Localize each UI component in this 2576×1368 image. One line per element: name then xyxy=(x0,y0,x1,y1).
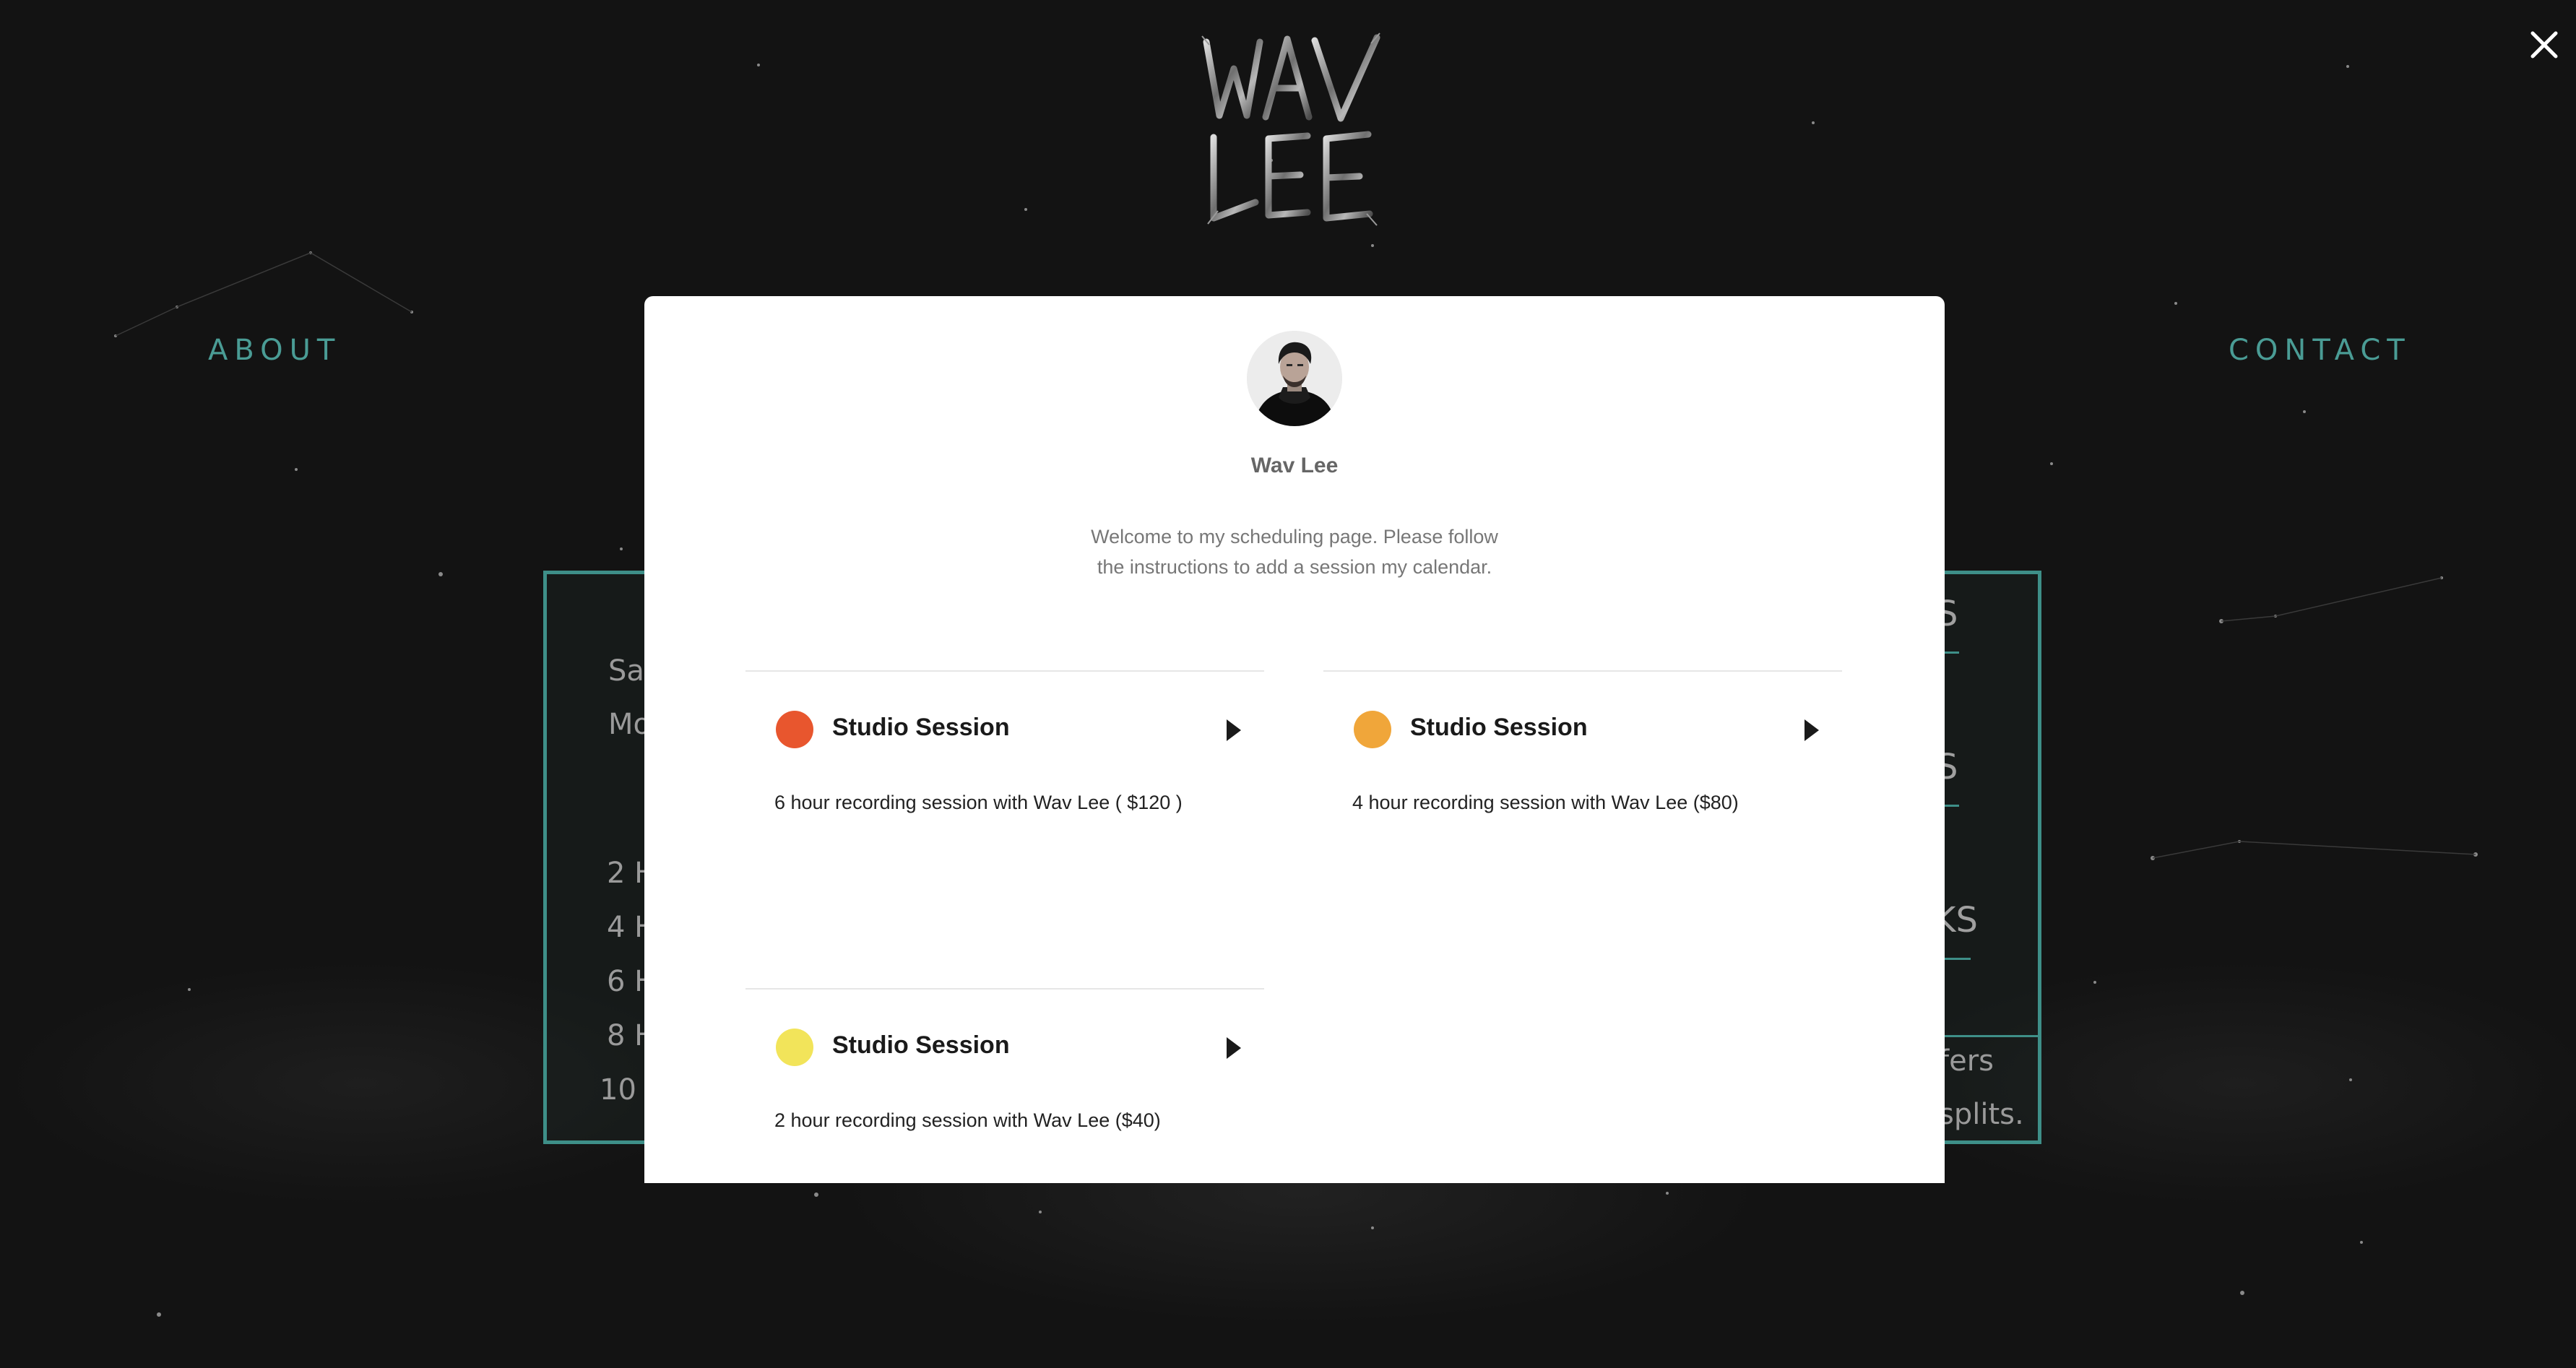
event-description: 6 hour recording session with Wav Lee ( … xyxy=(774,792,1183,813)
wav-lee-logo[interactable] xyxy=(1199,29,1387,231)
welcome-message: Welcome to my scheduling page. Please fo… xyxy=(1091,526,1498,578)
event-description: 4 hour recording session with Wav Lee ($… xyxy=(1352,792,1739,813)
host-avatar xyxy=(1247,331,1342,426)
event-type-card[interactable]: Studio Session 2 hour recording session … xyxy=(745,988,1264,1183)
avatar-photo xyxy=(1247,331,1342,426)
caret-right-icon xyxy=(1227,1037,1241,1059)
background-text: fers xyxy=(1939,1044,1994,1078)
page: ABOUT CONTACT Sat Mo 2 H 4 H 6 H 8 H 10 … xyxy=(0,0,2576,1368)
caret-right-icon xyxy=(1805,719,1819,741)
nav-about-link[interactable]: ABOUT xyxy=(208,334,341,367)
close-button[interactable] xyxy=(2523,23,2566,66)
event-title: Studio Session xyxy=(1410,714,1588,741)
event-description: 2 hour recording session with Wav Lee ($… xyxy=(774,1109,1161,1131)
background-divider xyxy=(1943,1035,2041,1037)
event-color-dot xyxy=(776,1029,813,1066)
event-color-dot xyxy=(1354,711,1391,748)
close-icon xyxy=(2530,31,2558,59)
background-text: splits. xyxy=(1939,1098,2024,1131)
event-type-card[interactable]: Studio Session 6 hour recording session … xyxy=(745,670,1264,990)
event-color-dot xyxy=(776,711,813,748)
event-title: Studio Session xyxy=(832,714,1010,741)
scheduling-modal: Wav Lee Welcome to my scheduling page. P… xyxy=(644,296,1945,1183)
caret-right-icon xyxy=(1227,719,1241,741)
nav-contact-link[interactable]: CONTACT xyxy=(2229,334,2411,367)
event-type-card[interactable]: Studio Session 4 hour recording session … xyxy=(1323,670,1842,990)
host-name: Wav Lee xyxy=(1250,454,1339,477)
event-title: Studio Session xyxy=(832,1031,1010,1059)
